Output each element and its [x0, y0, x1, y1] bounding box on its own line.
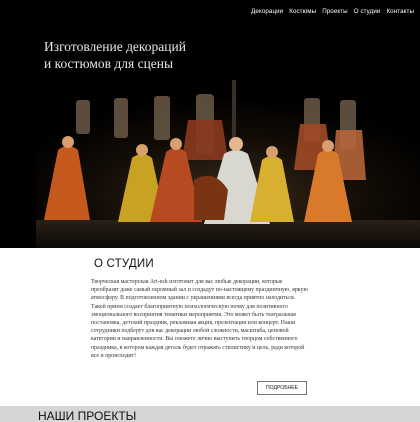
nav-item-about[interactable]: О студии	[354, 8, 381, 15]
hero-stage-photo	[36, 80, 420, 248]
nav-item-costumes[interactable]: Костюмы	[289, 8, 316, 15]
hero-section: Декорации Костюмы Проекты О студии Конта…	[0, 0, 420, 248]
hero-title-line-1: Изготовление декораций	[44, 39, 186, 54]
nav-item-decorations[interactable]: Декорации	[251, 8, 283, 15]
hero-title-line-2: и костюмов для сцены	[44, 56, 174, 71]
about-section: О СТУДИИ Творческая мастерская Art-esh и…	[0, 248, 420, 408]
about-heading: О СТУДИИ	[94, 258, 154, 270]
projects-heading: НАШИ ПРОЕКТЫ	[38, 409, 137, 422]
hero-title: Изготовление декораций и костюмов для сц…	[44, 38, 234, 72]
main-nav: Декорации Костюмы Проекты О студии Конта…	[251, 8, 414, 15]
more-button[interactable]: ПОДРОБНЕЕ	[257, 381, 307, 395]
about-text: Творческая мастерская Art-esh изготовит …	[91, 279, 308, 359]
projects-section: НАШИ ПРОЕКТЫ	[0, 406, 420, 422]
nav-item-projects[interactable]: Проекты	[322, 8, 348, 15]
nav-item-contacts[interactable]: Контакты	[386, 8, 414, 15]
